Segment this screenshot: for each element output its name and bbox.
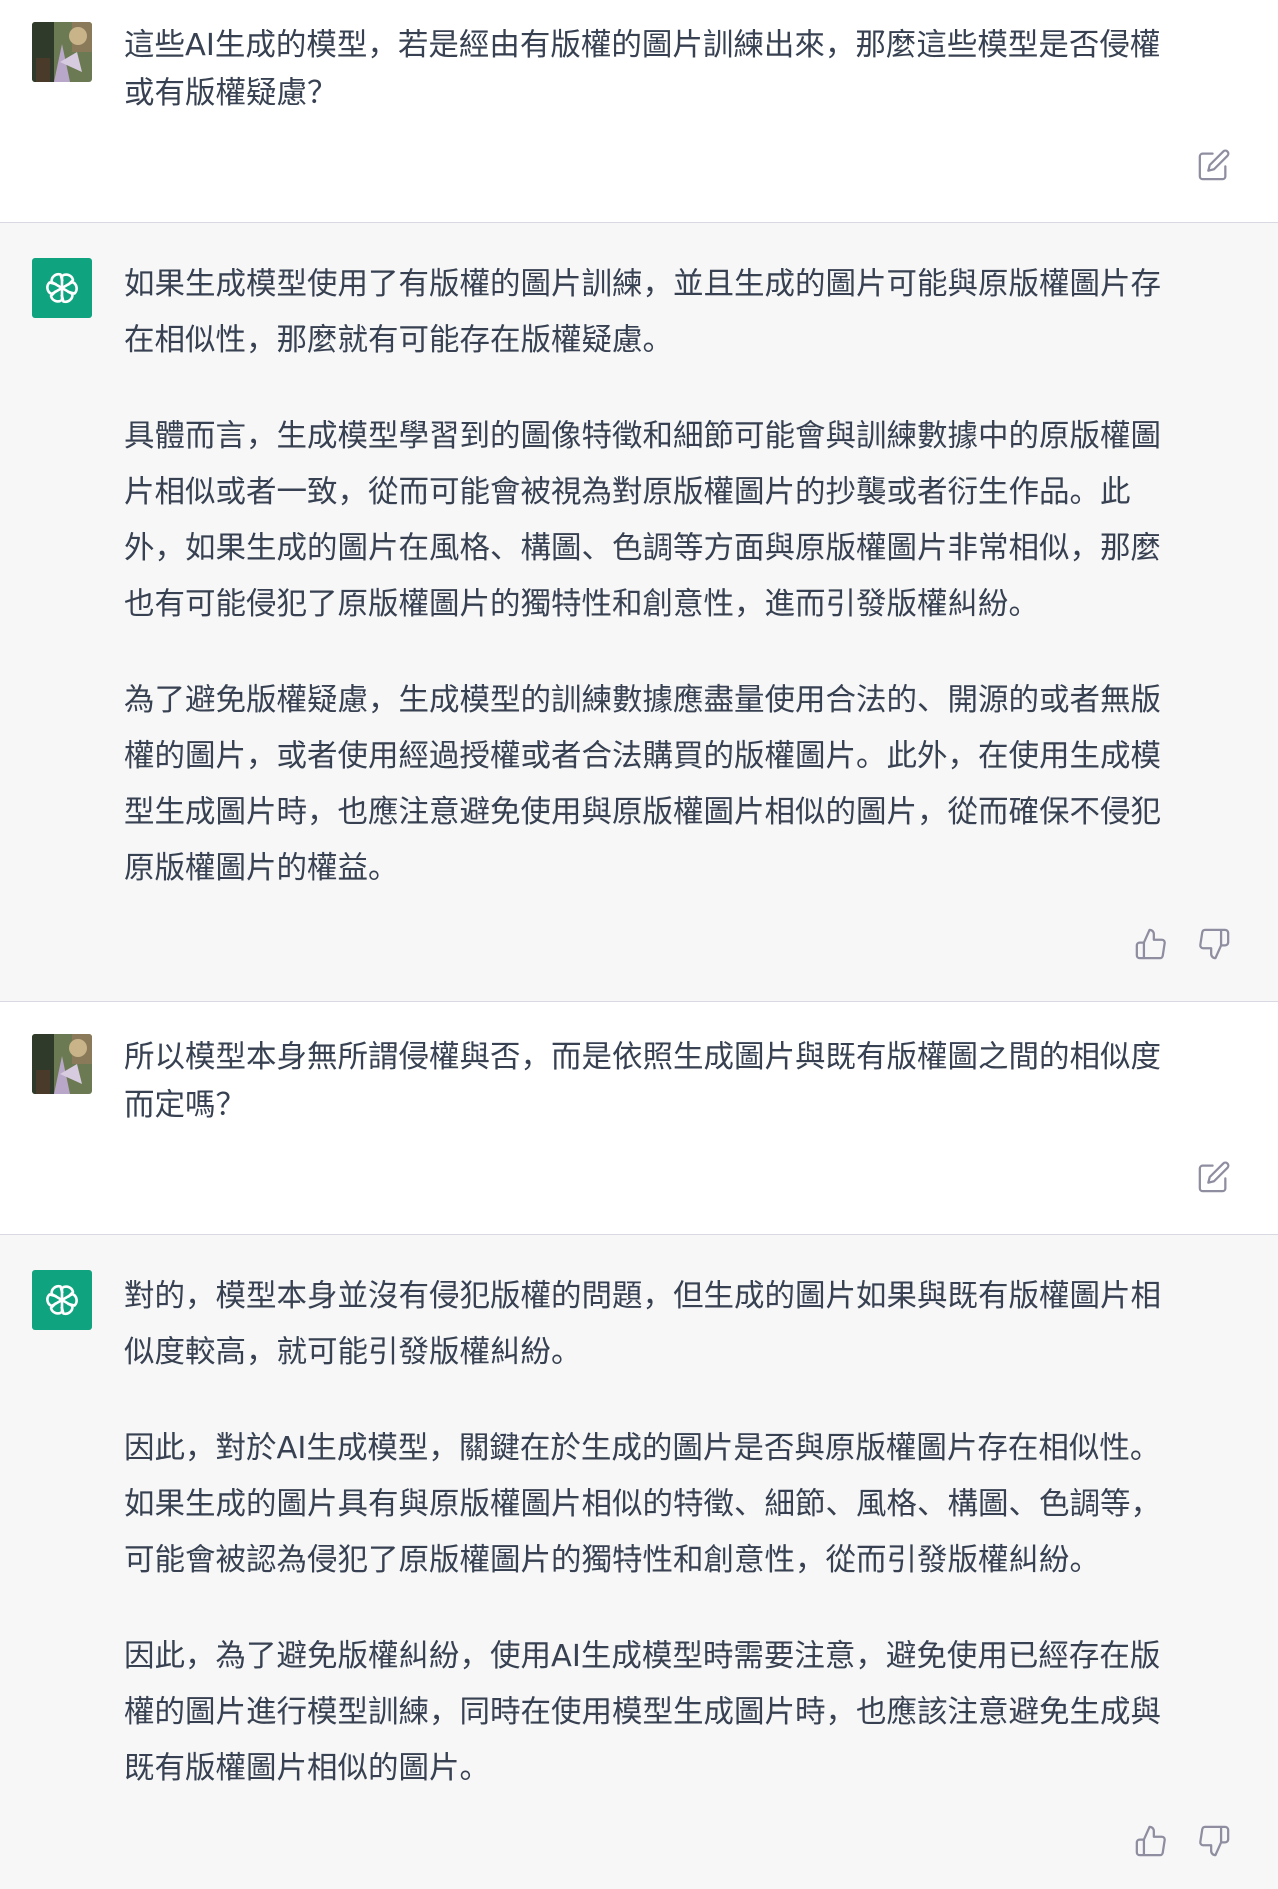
assistant-avatar [32,258,92,318]
message-paragraph: 具體而言，生成模型學習到的圖像特徵和細節可能會與訓練數據中的原版權圖 片相似或者… [124,419,1161,622]
user-photo-avatar [32,22,92,82]
message-paragraph: 因此，對於AI生成模型，關鍵在於生成的圖片是否與原版權圖片存在相似性。 如果生成… [124,1431,1161,1578]
message-paragraph: 對的，模型本身並沒有侵犯版權的問題，但生成的圖片如果與既有版權圖片相 似度較高，… [124,1279,1161,1370]
edit-icon[interactable] [1197,148,1231,182]
openai-logo-icon [46,272,78,304]
assistant-message: 對的，模型本身並沒有侵犯版權的問題，但生成的圖片如果與既有版權圖片相 似度較高，… [0,1235,1278,1889]
user-avatar [32,22,92,82]
assistant-message-text: 對的，模型本身並沒有侵犯版權的問題，但生成的圖片如果與既有版權圖片相 似度較高，… [124,1269,1234,1797]
user-message: 所以模型本身無所謂侵權與否，而是依照生成圖片與既有版權圖之間的相似度 而定嗎？ [0,1002,1278,1235]
edit-icon[interactable] [1197,1160,1231,1194]
message-paragraph: 因此，為了避免版權糾紛，使用AI生成模型時需要注意，避免使用已經存在版 權的圖片… [124,1639,1161,1786]
assistant-message: 如果生成模型使用了有版權的圖片訓練，並且生成的圖片可能與原版權圖片存 在相似性，… [0,223,1278,1002]
user-message-text: 所以模型本身無所謂侵權與否，而是依照生成圖片與既有版權圖之間的相似度 而定嗎？ [124,1034,1234,1130]
assistant-avatar [32,1270,92,1330]
assistant-message-text: 如果生成模型使用了有版權的圖片訓練，並且生成的圖片可能與原版權圖片存 在相似性，… [124,257,1234,897]
conversation-thread: 這些AI生成的模型，若是經由有版權的圖片訓練出來，那麼這些模型是否侵權 或有版權… [0,0,1278,1889]
user-message-text: 這些AI生成的模型，若是經由有版權的圖片訓練出來，那麼這些模型是否侵權 或有版權… [124,22,1234,118]
user-photo-avatar [32,1034,92,1094]
message-paragraph: 為了避免版權疑慮，生成模型的訓練數據應盡量使用合法的、開源的或者無版 權的圖片，… [124,683,1161,886]
message-paragraph: 如果生成模型使用了有版權的圖片訓練，並且生成的圖片可能與原版權圖片存 在相似性，… [124,267,1161,358]
message-paragraph: 這些AI生成的模型，若是經由有版權的圖片訓練出來，那麼這些模型是否侵權 或有版權… [124,28,1161,111]
thumbs-up-icon[interactable] [1134,1824,1168,1858]
user-message: 這些AI生成的模型，若是經由有版權的圖片訓練出來，那麼這些模型是否侵權 或有版權… [0,0,1278,223]
openai-logo-icon [46,1284,78,1316]
user-avatar [32,1034,92,1094]
thumbs-down-icon[interactable] [1197,927,1231,961]
thumbs-up-icon[interactable] [1134,927,1168,961]
thumbs-down-icon[interactable] [1197,1824,1231,1858]
message-paragraph: 所以模型本身無所謂侵權與否，而是依照生成圖片與既有版權圖之間的相似度 而定嗎？ [124,1040,1161,1123]
